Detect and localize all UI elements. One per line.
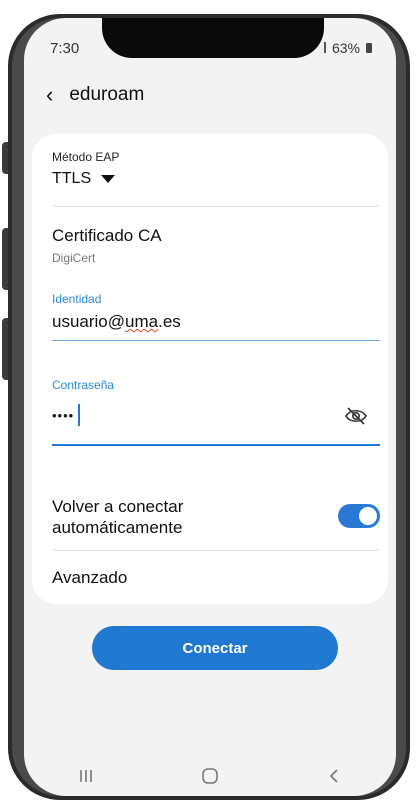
- home-icon[interactable]: [180, 761, 240, 791]
- auto-reconnect-toggle[interactable]: [338, 504, 380, 528]
- password-input[interactable]: ••••: [52, 408, 74, 423]
- auto-reconnect-line2: automáticamente: [52, 518, 183, 537]
- divider: [52, 550, 380, 551]
- password-label: Contraseña: [52, 378, 115, 392]
- toggle-knob: [359, 507, 377, 525]
- identity-user-text: usuario@: [52, 312, 126, 331]
- advanced-option[interactable]: Avanzado: [52, 568, 127, 588]
- eap-method-value: TTLS: [52, 170, 92, 187]
- phone-screen: 7:30 63% ‹ eduroam Método EAP TTLS Certi…: [24, 18, 396, 796]
- identity-domain-text: uma: [125, 312, 159, 331]
- eap-method-select[interactable]: TTLS: [52, 170, 116, 188]
- identity-input[interactable]: usuario@uma.es: [52, 312, 181, 332]
- identity-label: Identidad: [52, 292, 102, 306]
- recents-icon[interactable]: [56, 761, 116, 791]
- back-nav-icon[interactable]: [304, 761, 364, 791]
- camera-notch: [102, 18, 324, 58]
- chevron-left-icon[interactable]: ‹: [46, 84, 53, 106]
- status-indicators: 63%: [323, 40, 372, 56]
- status-time: 7:30: [50, 40, 80, 57]
- battery-percent: 63%: [331, 40, 360, 56]
- ca-certificate-label[interactable]: Certificado CA: [52, 226, 162, 246]
- system-navbar: [24, 756, 396, 796]
- connect-button[interactable]: Conectar: [92, 626, 338, 670]
- identity-tld-text: .es: [158, 312, 181, 331]
- eye-off-icon[interactable]: [344, 406, 368, 431]
- dropdown-caret-icon: [101, 174, 116, 183]
- text-cursor: [78, 404, 80, 426]
- signal-icon: [323, 40, 328, 56]
- eap-method-label: Método EAP: [52, 150, 120, 164]
- auto-reconnect-label: Volver a conectar automáticamente: [52, 496, 183, 538]
- page-title: eduroam: [69, 84, 145, 105]
- ca-certificate-value: DigiCert: [52, 251, 96, 265]
- settings-card: Método EAP TTLS Certificado CA DigiCert …: [32, 134, 388, 604]
- auto-reconnect-line1: Volver a conectar: [52, 497, 184, 516]
- app-bar: ‹ eduroam: [46, 80, 144, 110]
- divider: [52, 206, 380, 207]
- password-underline: [52, 444, 380, 446]
- identity-underline: [52, 340, 380, 341]
- battery-icon: [366, 43, 372, 53]
